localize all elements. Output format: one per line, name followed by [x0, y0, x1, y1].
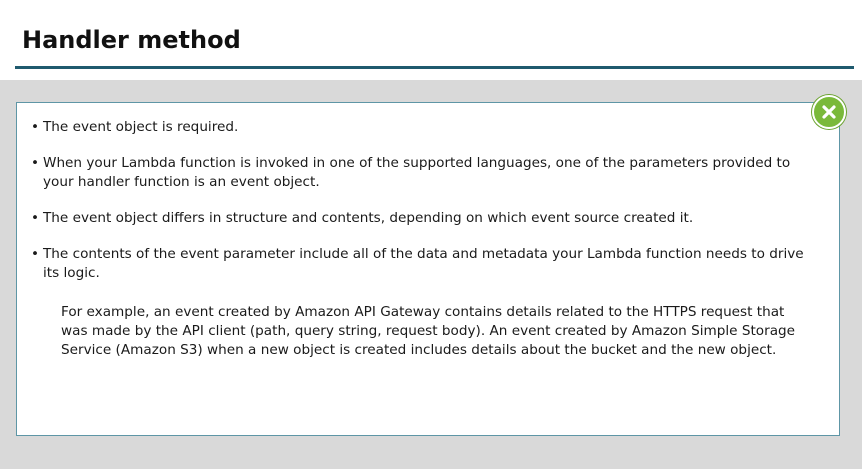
example-paragraph: For example, an event created by Amazon …	[61, 304, 796, 358]
bullet-list: The event object is required. When your …	[31, 118, 811, 300]
bullet-item: The event object is required.	[31, 118, 811, 137]
title-divider	[15, 66, 854, 69]
header: Handler method	[0, 0, 862, 69]
bullet-item: When your Lambda function is invoked in …	[31, 154, 811, 192]
bullet-item: The event object differs in structure an…	[31, 209, 811, 228]
content-panel: The event object is required. When your …	[16, 102, 840, 436]
close-button[interactable]	[812, 95, 846, 129]
page-title: Handler method	[22, 26, 241, 54]
close-icon	[822, 105, 836, 119]
page: Handler method The event object is requi…	[0, 0, 862, 469]
bullet-item: The contents of the event parameter incl…	[31, 245, 811, 283]
